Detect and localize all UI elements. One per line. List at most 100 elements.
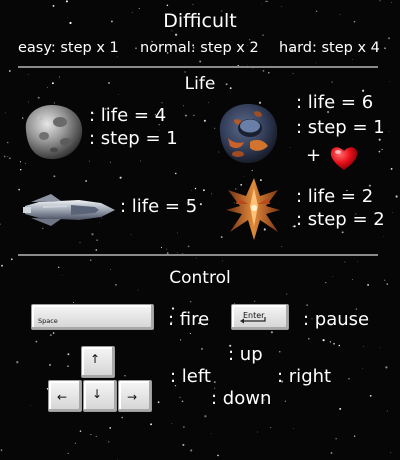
player-spaceship-icon	[23, 194, 115, 226]
star	[213, 381, 216, 384]
star	[284, 400, 286, 402]
star	[79, 242, 81, 244]
star	[210, 193, 212, 195]
star	[279, 351, 281, 353]
left-arrow-glyph: ←	[57, 390, 68, 404]
star	[270, 427, 272, 428]
star	[171, 423, 173, 424]
star	[222, 260, 223, 262]
star	[338, 344, 341, 347]
star	[0, 223, 1, 225]
star	[161, 102, 163, 104]
star	[193, 114, 195, 116]
star	[322, 339, 325, 342]
star	[351, 59, 353, 60]
star	[95, 249, 98, 251]
star	[369, 394, 372, 397]
game-help-screen: Difficult easy: step x 1 normal: step x …	[0, 0, 400, 460]
star	[204, 415, 207, 418]
heart-icon	[330, 147, 358, 170]
left-arrow-key: ←	[48, 380, 82, 412]
star	[52, 4, 55, 7]
star	[79, 430, 82, 432]
star	[267, 0, 269, 2]
fire-label: : fire	[168, 309, 210, 330]
star	[67, 452, 69, 455]
star	[121, 416, 123, 419]
star	[187, 245, 190, 248]
star	[217, 454, 219, 457]
star	[183, 426, 185, 428]
star	[106, 439, 107, 441]
up-arrow-glyph: ↑	[90, 352, 101, 366]
star	[117, 459, 119, 460]
star	[174, 33, 178, 36]
enemy-spaceship-icon	[226, 178, 280, 240]
star	[335, 438, 337, 440]
enter-arrow-icon	[240, 317, 266, 324]
star	[306, 304, 308, 306]
star	[339, 407, 342, 410]
difficulty-title: Difficult	[163, 10, 237, 32]
star	[281, 6, 283, 8]
star	[362, 367, 363, 369]
star	[18, 188, 20, 191]
star	[37, 96, 40, 99]
star	[388, 37, 390, 40]
star	[254, 300, 256, 302]
star	[192, 3, 194, 5]
star	[10, 258, 13, 261]
star	[329, 341, 332, 343]
star	[109, 427, 112, 429]
star	[135, 47, 137, 50]
star	[53, 175, 56, 178]
star	[179, 396, 181, 399]
star	[199, 60, 202, 63]
star	[307, 337, 310, 340]
star	[140, 160, 142, 162]
star	[176, 252, 178, 254]
star	[388, 131, 390, 132]
star	[195, 257, 197, 259]
star	[262, 70, 265, 72]
difficulty-hard: hard: step x 4	[279, 40, 380, 56]
star	[67, 365, 69, 367]
star	[199, 203, 202, 206]
star	[268, 71, 270, 74]
star	[16, 361, 19, 364]
down-arrow-glyph: ↓	[92, 387, 103, 401]
down-arrow-key: ↓	[83, 380, 117, 412]
star	[341, 231, 344, 234]
star	[390, 452, 392, 453]
star	[384, 47, 386, 49]
star	[357, 261, 359, 262]
grey-asteroid-step: : step = 1	[89, 128, 178, 149]
star	[392, 212, 393, 213]
star	[109, 161, 111, 163]
star	[157, 401, 160, 404]
star	[137, 289, 139, 291]
star	[289, 146, 291, 148]
left-label: : left	[170, 366, 211, 387]
star	[138, 7, 140, 9]
star	[386, 410, 388, 412]
star	[67, 353, 70, 356]
up-arrow-key: ↑	[81, 346, 115, 378]
star	[95, 435, 97, 437]
star	[88, 160, 90, 162]
up-label: : up	[228, 344, 263, 365]
star	[378, 150, 381, 153]
star	[348, 378, 350, 380]
star	[7, 156, 9, 157]
star	[251, 169, 253, 172]
star	[293, 428, 294, 429]
star	[189, 333, 191, 334]
star	[208, 102, 209, 104]
star	[91, 233, 94, 236]
star	[150, 423, 153, 426]
star	[190, 449, 193, 452]
star	[379, 347, 381, 349]
star	[182, 443, 185, 446]
star	[166, 248, 168, 250]
lava-asteroid-step: : step = 1	[296, 117, 385, 138]
